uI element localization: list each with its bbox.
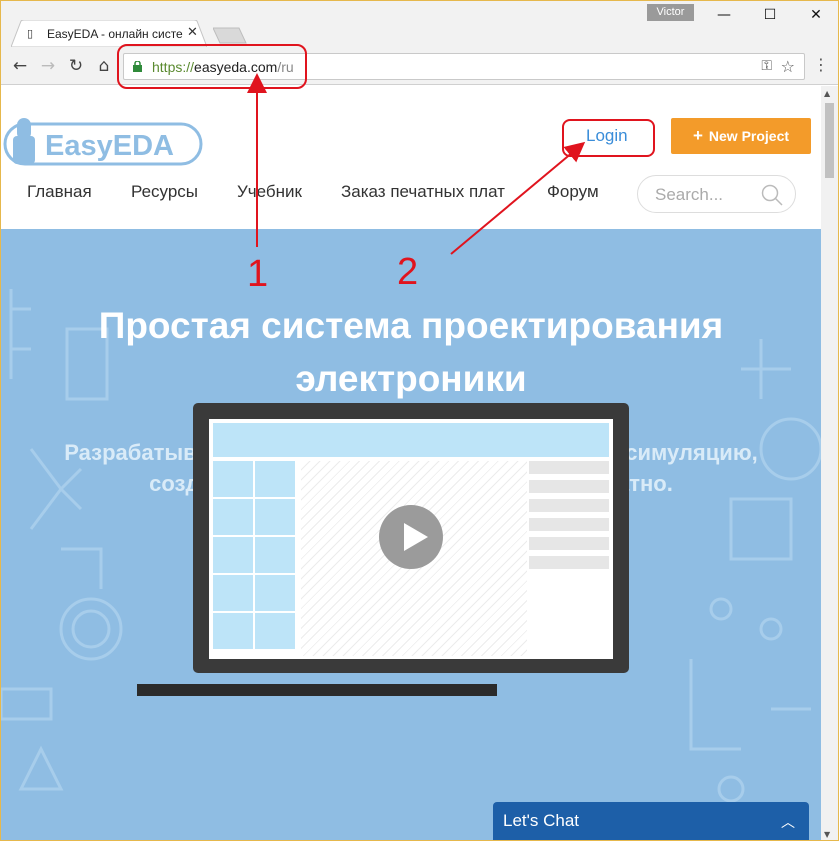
- play-icon: [404, 523, 428, 551]
- lock-icon: [133, 61, 142, 72]
- screen-bar: [529, 518, 609, 531]
- browser-tab[interactable]: ▯ EasyEDA - онлайн систе ✕: [11, 20, 207, 47]
- chevron-up-icon[interactable]: ︿: [781, 812, 795, 832]
- screen-cell: [255, 613, 295, 649]
- tab-strip: ▯ EasyEDA - онлайн систе ✕ Victor — ☐ ✕: [1, 1, 838, 47]
- screen-bar: [529, 480, 609, 493]
- annotation-number-1: 1: [247, 253, 269, 295]
- browser-menu-icon[interactable]: ⋮: [813, 55, 829, 74]
- new-project-button[interactable]: + New Project: [671, 118, 811, 154]
- screen-cell: [213, 499, 253, 535]
- screen-cell: [213, 613, 253, 649]
- search-icon[interactable]: [761, 184, 783, 206]
- page-scrollbar[interactable]: ▲ ▼: [821, 86, 838, 840]
- url-host: easyeda.com: [194, 59, 278, 75]
- screen-bar: [529, 499, 609, 512]
- annotation-number-2: 2: [397, 251, 419, 293]
- logo-text: EasyEDA: [45, 130, 174, 162]
- screen-bar: [529, 537, 609, 550]
- screen-cell: [255, 499, 295, 535]
- profile-name[interactable]: Victor: [647, 4, 694, 21]
- url-text[interactable]: https://easyeda.com/ru: [152, 59, 294, 75]
- screen-cell: [213, 537, 253, 573]
- back-arrow-icon[interactable]: ←: [9, 55, 31, 77]
- scroll-down-icon[interactable]: ▼: [824, 830, 830, 839]
- forward-arrow-icon[interactable]: →: [37, 55, 59, 77]
- minimize-button[interactable]: —: [704, 3, 744, 27]
- laptop-screen: [209, 419, 613, 659]
- key-icon[interactable]: ⚿: [761, 58, 772, 74]
- home-icon[interactable]: ⌂: [93, 55, 115, 77]
- url-path: /ru: [277, 59, 294, 75]
- bookmark-star-icon[interactable]: ☆: [781, 57, 795, 76]
- login-link[interactable]: Login: [586, 126, 628, 146]
- screen-cell: [255, 575, 295, 611]
- nav-item-tutorial[interactable]: Учебник: [237, 182, 302, 202]
- nav-item-resources[interactable]: Ресурсы: [131, 182, 198, 202]
- plus-icon: +: [692, 126, 703, 145]
- url-protocol: https://: [152, 59, 195, 75]
- play-video-button[interactable]: [379, 505, 443, 569]
- address-bar[interactable]: https://easyeda.com/ru ⚿ ☆: [123, 53, 805, 80]
- close-window-button[interactable]: ✕: [796, 3, 836, 27]
- easyeda-logo[interactable]: EasyEDA: [3, 114, 203, 172]
- hero-title-line2: электроники: [295, 358, 527, 399]
- hero-title-line1: Простая система проектирования: [98, 305, 724, 346]
- nav-item-home[interactable]: Главная: [27, 182, 92, 202]
- chat-label: Let's Chat: [503, 811, 580, 830]
- screen-cell: [255, 461, 295, 497]
- browser-toolbar: ← → ↻ ⌂ https://easyeda.com/ru ⚿ ☆ ⋮: [1, 47, 838, 85]
- scroll-thumb[interactable]: [825, 103, 834, 178]
- screen-cell: [213, 461, 253, 497]
- tab-close-icon[interactable]: ✕: [187, 25, 198, 40]
- reload-icon[interactable]: ↻: [65, 55, 87, 77]
- new-tab-button[interactable]: [213, 27, 247, 44]
- video-laptop-illustration[interactable]: [193, 403, 629, 673]
- screen-cell: [255, 537, 295, 573]
- hero-title: Простая система проектирования электрони…: [1, 299, 821, 405]
- search-box[interactable]: Search...: [637, 175, 796, 213]
- chip-icon: ▯: [27, 27, 34, 40]
- tab-title: EasyEDA - онлайн систе: [47, 27, 183, 41]
- chat-widget[interactable]: Let's Chat ︿: [493, 802, 809, 840]
- new-project-label: New Project: [708, 128, 790, 144]
- nav-item-forum[interactable]: Форум: [547, 182, 599, 202]
- screen-toolbar-block: [213, 423, 609, 457]
- nav-item-pcb-order[interactable]: Заказ печатных плат: [341, 182, 505, 202]
- browser-window: ▯ EasyEDA - онлайн систе ✕ Victor — ☐ ✕ …: [0, 0, 839, 841]
- screen-cell: [213, 575, 253, 611]
- screen-bar: [529, 556, 609, 569]
- laptop-base: [137, 684, 497, 696]
- maximize-button[interactable]: ☐: [750, 3, 790, 27]
- screen-bar: [529, 461, 609, 474]
- scroll-up-icon[interactable]: ▲: [824, 89, 830, 98]
- search-placeholder: Search...: [655, 185, 724, 204]
